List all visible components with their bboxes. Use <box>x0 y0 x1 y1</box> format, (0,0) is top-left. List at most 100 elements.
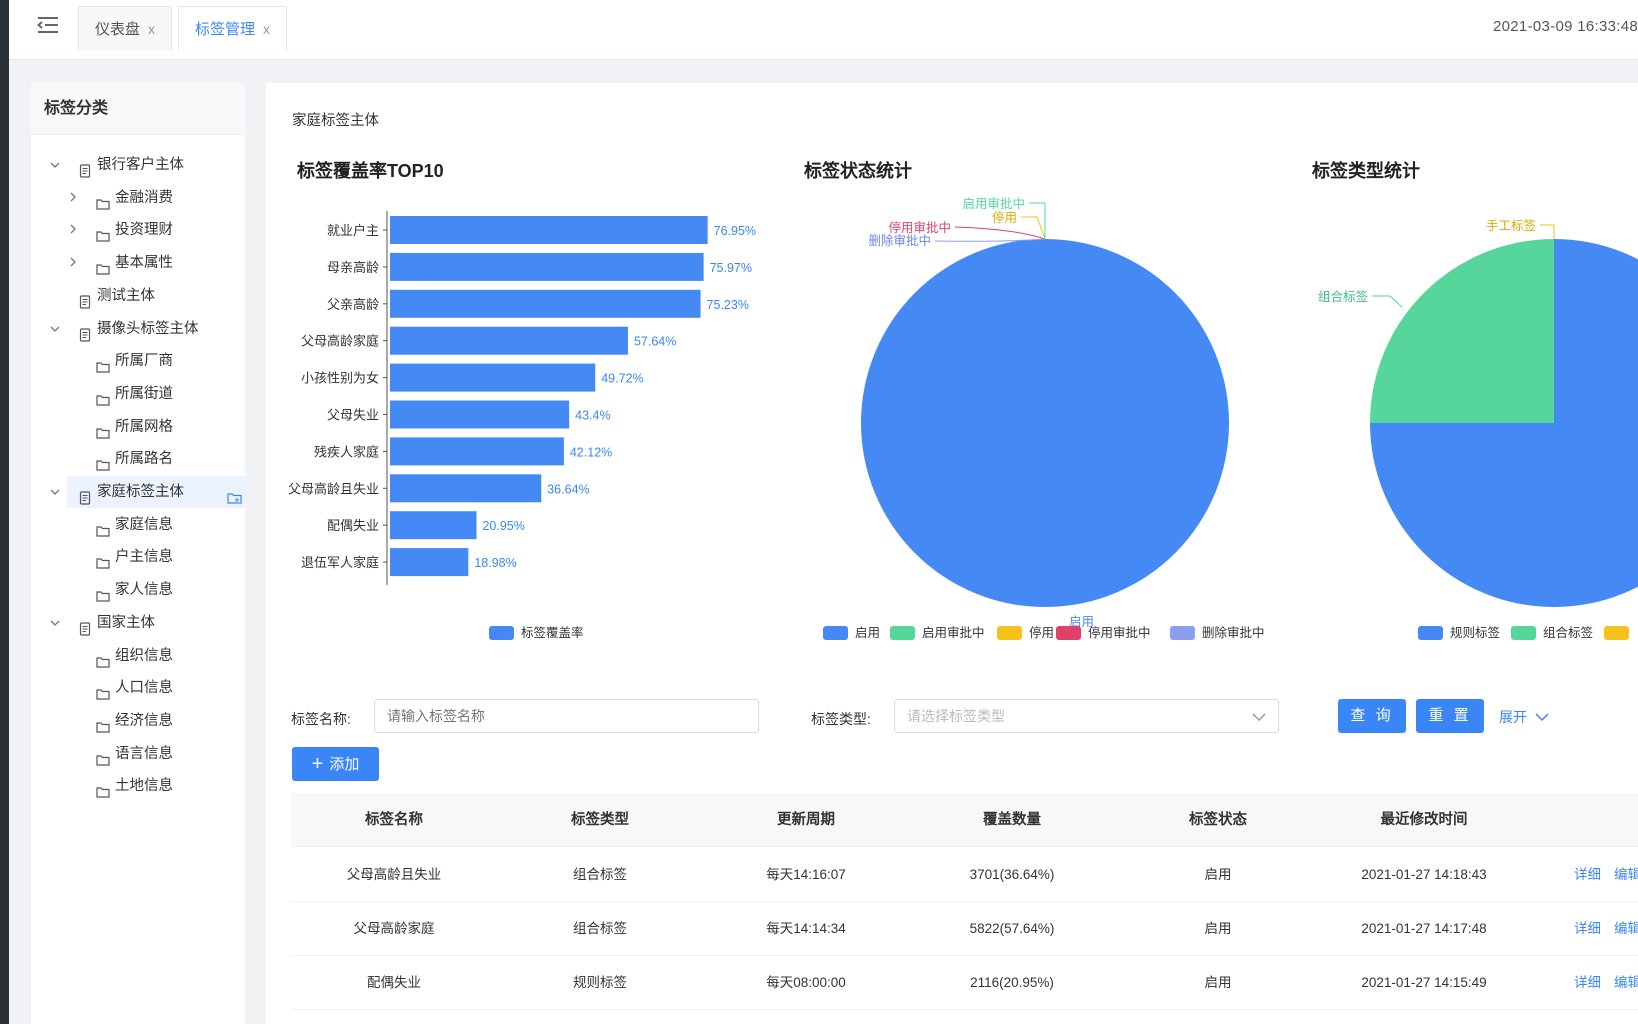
add-folder-icon[interactable] <box>227 485 243 504</box>
sidebar-item[interactable]: 经济信息 <box>31 705 245 737</box>
col-tag-name[interactable]: 标签名称 <box>291 793 497 847</box>
expand-label: 展开 <box>1499 709 1527 725</box>
document-icon <box>78 616 92 636</box>
sidebar-item[interactable]: 家庭标签主体 <box>50 476 245 508</box>
chevron-down-icon[interactable] <box>48 476 62 508</box>
detail-link[interactable]: 详细 <box>1574 848 1601 902</box>
sidebar-item-label: 家庭标签主体 <box>97 484 184 500</box>
col-status[interactable]: 标签状态 <box>1115 793 1321 847</box>
folder-icon <box>96 387 110 406</box>
cell-coverage: 2116(20.95%) <box>970 975 1054 990</box>
sidebar-item[interactable]: 投资理财 <box>31 214 245 246</box>
tag-type-select[interactable]: 请选择标签类型 <box>894 699 1279 733</box>
sidebar-item[interactable]: 金融消费 <box>31 182 245 214</box>
folder-icon <box>96 452 110 471</box>
sidebar-item[interactable]: 国家主体 <box>31 607 245 639</box>
tab-dashboard[interactable]: 仪表盘 x <box>78 6 173 50</box>
cell-tag-type: 组合标签 <box>573 867 627 882</box>
sidebar-item-label: 投资理财 <box>115 222 173 239</box>
query-button[interactable]: 查 询 <box>1338 699 1406 733</box>
sidebar-item[interactable]: 银行客户主体 <box>31 149 245 181</box>
sidebar-item-label: 户主信息 <box>115 549 173 566</box>
sidebar-item[interactable]: 土地信息 <box>31 770 245 802</box>
sidebar-item[interactable]: 所属厂商 <box>31 345 245 377</box>
sidebar-item-label: 组织信息 <box>115 647 173 664</box>
data-label: 36.64% <box>547 482 589 496</box>
col-update-cycle[interactable]: 更新周期 <box>703 793 909 847</box>
chevron-down-icon[interactable] <box>48 149 62 181</box>
close-icon[interactable]: x <box>263 21 270 37</box>
sidebar-item-label: 家庭信息 <box>115 516 173 533</box>
sidebar-item[interactable]: 基本属性 <box>31 247 245 279</box>
menu-toggle-icon[interactable] <box>34 13 64 39</box>
chevron-right-icon[interactable] <box>66 214 80 246</box>
legend-swatch <box>1056 626 1081 640</box>
expand-toggle[interactable]: 展开 <box>1499 707 1549 727</box>
tab-tag-management[interactable]: 标签管理 x <box>178 6 288 50</box>
chevron-right-icon[interactable] <box>66 247 80 279</box>
detail-link[interactable]: 详细 <box>1574 902 1601 956</box>
legend-swatch <box>489 626 514 640</box>
sidebar-item-label: 所属路名 <box>115 451 173 468</box>
chevron-down-icon[interactable] <box>48 313 62 345</box>
bar <box>390 326 628 355</box>
legend-swatch <box>1170 626 1195 640</box>
edit-link[interactable]: 编辑 <box>1614 848 1638 902</box>
cell-tag-type: 规则标签 <box>573 975 627 990</box>
cell-tag-name: 父母高龄家庭 <box>353 921 435 936</box>
legend-label: 规则标签 <box>1450 625 1501 640</box>
legend-label: 标签覆盖率 <box>521 625 584 640</box>
category-label: 父母失业 <box>327 408 379 423</box>
detail-link[interactable]: 详细 <box>1574 956 1601 1010</box>
chevron-down-icon[interactable] <box>48 607 62 639</box>
sidebar-item[interactable]: 所属网格 <box>31 411 245 443</box>
cell-update-cycle: 每天14:14:34 <box>766 921 846 936</box>
col-tag-type[interactable]: 标签类型 <box>497 793 703 847</box>
col-coverage[interactable]: 覆盖数量 <box>909 793 1115 847</box>
sidebar-item[interactable]: 组织信息 <box>31 640 245 672</box>
edit-link[interactable]: 编辑 <box>1614 956 1638 1010</box>
folder-icon <box>96 681 110 700</box>
sidebar-item-label: 国家主体 <box>97 614 155 631</box>
sidebar-item[interactable]: 家庭信息 <box>31 509 245 541</box>
add-label: 添加 <box>329 756 360 773</box>
bar <box>390 363 596 392</box>
slice-label: 启用审批中 <box>962 196 1025 211</box>
tab-label: 仪表盘 <box>95 21 141 38</box>
sidebar-item-label: 金融消费 <box>115 189 173 206</box>
add-button[interactable]: + 添加 <box>292 747 379 781</box>
cell-modified: 2021-01-27 14:15:49 <box>1361 975 1487 990</box>
bar <box>390 548 469 577</box>
slice-label: 删除审批中 <box>868 233 931 248</box>
cell-tag-type: 组合标签 <box>573 921 627 936</box>
data-label: 76.95% <box>714 224 756 238</box>
folder-icon <box>96 354 110 373</box>
sidebar-item[interactable]: 户主信息 <box>31 541 245 573</box>
sidebar-title: 标签分类 <box>31 83 245 135</box>
sidebar-item[interactable]: 家人信息 <box>31 574 245 606</box>
reset-button[interactable]: 重 置 <box>1416 699 1484 733</box>
chevron-right-icon[interactable] <box>66 182 80 214</box>
sidebar-item[interactable]: 人口信息 <box>31 672 245 704</box>
sidebar-item[interactable]: 语言信息 <box>31 738 245 770</box>
document-icon <box>78 289 92 309</box>
sidebar-item-label: 人口信息 <box>115 680 173 697</box>
sidebar-item[interactable]: 摄像头标签主体 <box>31 313 245 345</box>
sidebar-item[interactable]: 所属路名 <box>31 443 245 475</box>
sidebar-item[interactable]: 测试主体 <box>31 280 245 312</box>
sidebar-item-label: 语言信息 <box>115 745 173 762</box>
legend-label: 停用审批中 <box>1088 625 1151 640</box>
edit-link[interactable]: 编辑 <box>1614 902 1638 956</box>
sidebar-item[interactable]: 所属街道 <box>31 378 245 410</box>
col-modified[interactable]: 最近修改时间 <box>1321 793 1527 847</box>
close-icon[interactable]: x <box>148 21 155 37</box>
folder-icon <box>96 583 110 602</box>
pie-slice <box>1370 239 1554 423</box>
data-label: 43.4% <box>575 409 610 423</box>
tag-type-label: 标签类型: <box>811 711 871 727</box>
tag-name-input[interactable] <box>374 699 759 733</box>
folder-icon <box>96 191 110 210</box>
folder-icon <box>96 518 110 537</box>
cell-status: 启用 <box>1204 867 1232 882</box>
data-label: 18.98% <box>474 556 516 570</box>
